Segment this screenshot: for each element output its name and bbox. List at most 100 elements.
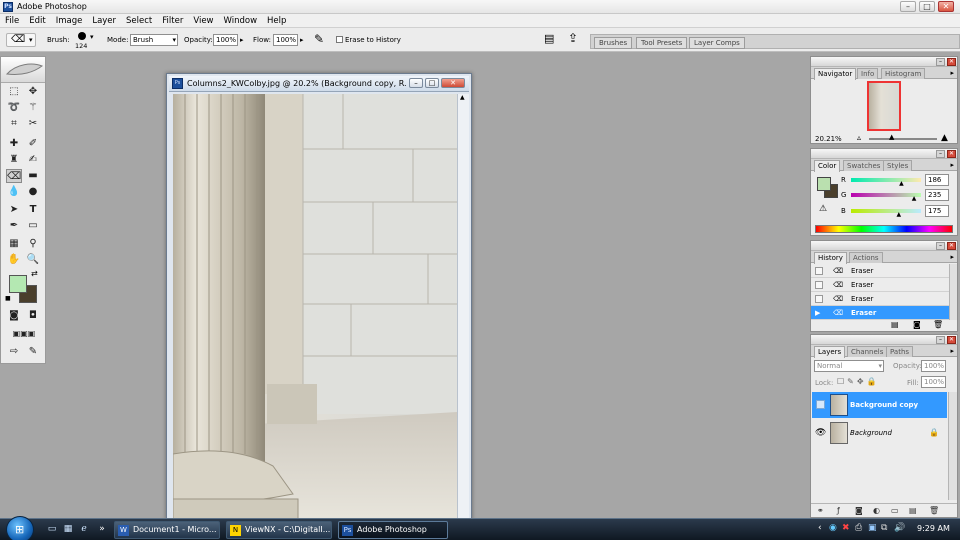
zoom-out-icon[interactable]: ▵ (857, 133, 861, 142)
switch-windows-icon[interactable]: ▦ (62, 523, 74, 535)
volume-icon[interactable]: 🔊 (894, 523, 905, 533)
monitor-icon[interactable]: ▣ (868, 523, 877, 533)
crop-icon[interactable]: ⌗ (6, 117, 22, 131)
show-desktop-icon[interactable]: ▭ (46, 523, 58, 535)
security-icon[interactable]: ✖ (842, 523, 850, 533)
panel-menu-icon[interactable]: ▸ (950, 161, 954, 169)
screen-mode-icons[interactable]: ▣▣▣ (4, 327, 44, 341)
eye-icon[interactable]: 👁 (815, 420, 826, 446)
history-item-selected[interactable]: ▶ ⌫ Eraser (811, 306, 949, 320)
document-scrollbar[interactable]: ▲ (457, 94, 469, 521)
panel-grip[interactable]: – ✕ (811, 57, 957, 67)
internet-explorer-icon[interactable]: ℯ (78, 523, 90, 535)
panel-close-button[interactable]: ✕ (947, 336, 956, 344)
pen-icon[interactable]: ✒ (6, 219, 22, 233)
well-tab-tool-presets[interactable]: Tool Presets (636, 37, 688, 49)
network-icon[interactable]: ◉ (829, 523, 837, 533)
panel-close-button[interactable]: ✕ (947, 58, 956, 66)
adjustment-layer-icon[interactable]: ◐ (873, 504, 880, 517)
panel-menu-icon[interactable]: ▸ (950, 253, 954, 261)
move-icon[interactable]: ✥ (25, 85, 41, 99)
menu-view[interactable]: View (188, 14, 218, 27)
airbrush-icon[interactable]: ✎ (314, 32, 324, 46)
tab-histogram[interactable]: Histogram (881, 68, 926, 79)
standard-mode-icon[interactable]: ◙ (6, 309, 22, 323)
navigator-thumbnail[interactable] (867, 81, 901, 131)
tab-layers[interactable]: Layers (814, 346, 846, 358)
fill-input[interactable]: 100% (921, 376, 946, 388)
well-tab-brushes[interactable]: Brushes (594, 37, 633, 49)
tab-info[interactable]: Info (857, 68, 879, 79)
history-item[interactable]: ⌫ Eraser (811, 264, 949, 278)
tab-paths[interactable]: Paths (886, 346, 914, 357)
taskbar-item-word[interactable]: W Document1 - Micro... (114, 521, 220, 539)
history-item[interactable]: ⌫ Eraser (811, 278, 949, 292)
menu-layer[interactable]: Layer (87, 14, 121, 27)
brush-icon[interactable]: ✐ (25, 137, 41, 151)
blend-mode-select[interactable]: Normal (814, 360, 884, 372)
notes-icon[interactable]: ▦ (6, 237, 22, 251)
color-ramp[interactable] (815, 225, 953, 233)
doc-maximize-button[interactable]: □ (425, 78, 439, 88)
link-layers-icon[interactable]: ⚭ (817, 504, 824, 517)
zoom-slider-thumb[interactable]: ▲ (889, 133, 894, 141)
zoom-slider[interactable] (869, 138, 937, 140)
layer-opacity-input[interactable]: 100% (921, 360, 946, 372)
swap-colors-icon[interactable]: ⇄ (31, 269, 38, 278)
menu-edit[interactable]: Edit (24, 14, 50, 27)
history-brush-icon[interactable]: ✍ (25, 153, 41, 167)
channel-g-input[interactable]: 235 (925, 189, 949, 201)
document-titlebar[interactable]: Ps Columns2_KWColby.jpg @ 20.2% (Backgro… (169, 76, 469, 92)
clone-stamp-icon[interactable]: ♜ (6, 153, 22, 167)
panel-close-button[interactable]: ✕ (947, 150, 956, 158)
panel-minimize-button[interactable]: – (936, 336, 945, 344)
tab-styles[interactable]: Styles (883, 160, 913, 171)
layer-name[interactable]: Background copy (850, 392, 918, 418)
toolbox-header[interactable] (1, 57, 45, 83)
menu-image[interactable]: Image (51, 14, 88, 27)
doc-close-button[interactable]: ✕ (441, 78, 465, 88)
erase-to-history-checkbox[interactable] (336, 36, 343, 43)
panel-menu-icon[interactable]: ▸ (950, 347, 954, 355)
opacity-slider-toggle[interactable]: ▸ (240, 36, 244, 44)
delete-state-icon[interactable]: 🗑 (933, 320, 943, 329)
history-scrollbar[interactable] (949, 264, 957, 320)
dodge-icon[interactable]: ● (25, 185, 41, 199)
tab-actions[interactable]: Actions (849, 252, 883, 263)
magic-wand-icon[interactable]: ⚚ (25, 101, 41, 115)
panel-close-button[interactable]: ✕ (947, 242, 956, 250)
channel-b-input[interactable]: 175 (925, 205, 949, 217)
layer-style-icon[interactable]: ƒ (837, 504, 840, 517)
navigator-zoom[interactable]: 20.21% (815, 135, 842, 143)
eraser-icon[interactable]: ⌫ (6, 169, 22, 183)
quick-mask-icon[interactable]: ◘ (25, 309, 41, 323)
layers-scrollbar[interactable] (948, 392, 957, 500)
panel-grip[interactable]: – ✕ (811, 335, 957, 345)
eyedropper-icon[interactable]: ⚲ (25, 237, 41, 251)
panel-grip[interactable]: – ✕ (811, 149, 957, 159)
doc-minimize-button[interactable]: – (409, 78, 423, 88)
foreground-color-swatch[interactable] (9, 275, 27, 293)
menu-select[interactable]: Select (121, 14, 157, 27)
mode-select[interactable]: Brush (130, 34, 178, 46)
menu-filter[interactable]: Filter (157, 14, 188, 27)
brush-picker[interactable]: ▾ 124 (73, 31, 101, 51)
shape-icon[interactable]: ▭ (25, 219, 41, 233)
delete-layer-icon[interactable]: 🗑 (929, 504, 939, 517)
channel-b-thumb[interactable]: ▲ (897, 211, 902, 218)
clock[interactable]: 9:29 AM (917, 524, 950, 533)
layer-row-background[interactable]: 👁 Background 🔒 (812, 420, 947, 446)
close-button[interactable]: ✕ (938, 1, 954, 12)
zoom-icon[interactable]: 🔍 (25, 253, 41, 267)
flow-input[interactable]: 100% (273, 34, 298, 46)
lasso-icon[interactable]: ➰ (6, 101, 22, 115)
path-selection-icon[interactable]: ➤ (6, 203, 22, 217)
tab-history[interactable]: History (814, 252, 847, 264)
tab-navigator[interactable]: Navigator (814, 68, 857, 80)
channel-g-thumb[interactable]: ▲ (912, 195, 917, 202)
tool-preset-picker[interactable]: ⌫ ▾ (6, 33, 36, 47)
minimize-button[interactable]: – (900, 1, 916, 12)
gradient-icon[interactable]: ▬ (25, 169, 41, 183)
opacity-input[interactable]: 100% (213, 34, 238, 46)
hand-icon[interactable]: ✋ (6, 253, 22, 267)
